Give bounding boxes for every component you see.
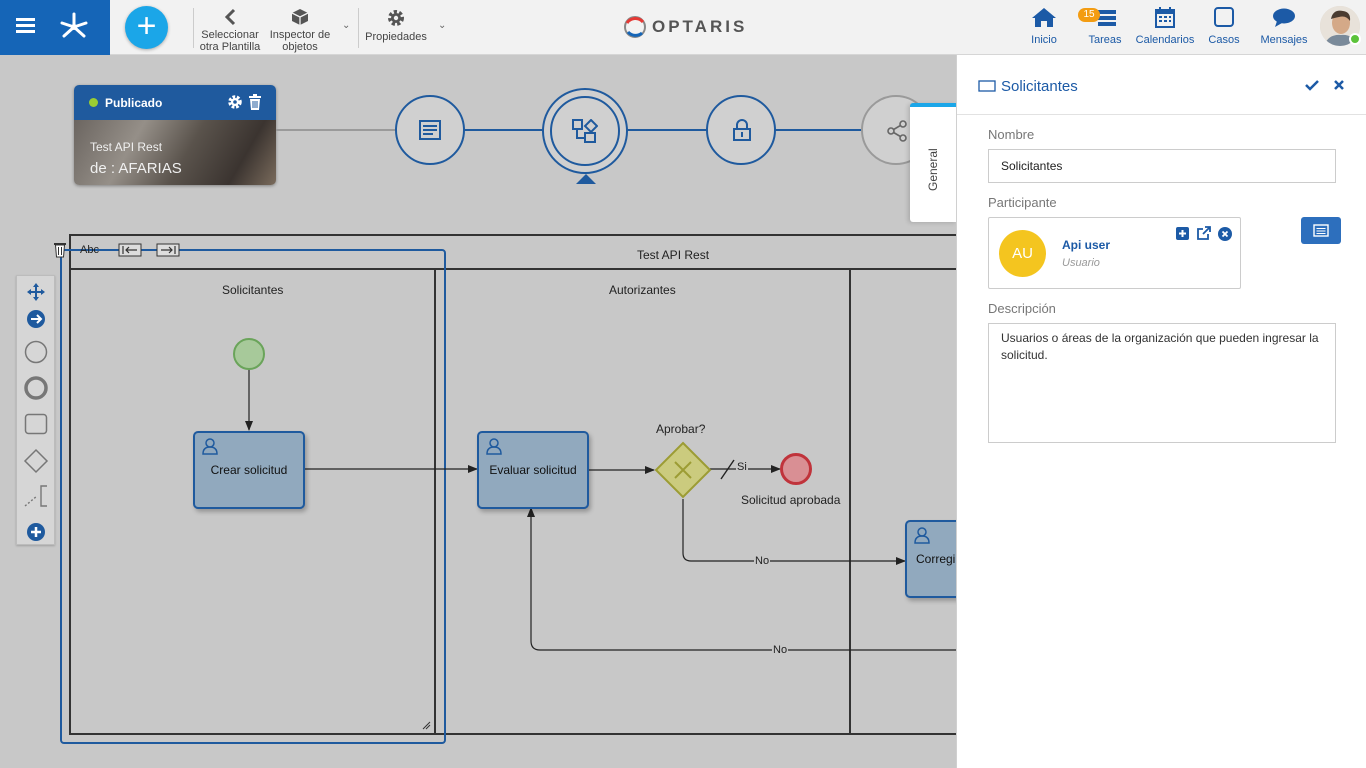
nav-messages-label: Mensajes [1260, 34, 1308, 46]
online-status-dot [1349, 33, 1361, 45]
nav-calendars[interactable]: Calendarios [1134, 6, 1196, 46]
properties-panel: Solicitantes Nombre Participante AU Api … [956, 55, 1366, 768]
nav-home[interactable]: Inicio [1026, 6, 1062, 46]
connect-arrow-icon[interactable] [26, 309, 46, 329]
participant-type: Usuario [1062, 257, 1100, 269]
name-input[interactable] [988, 149, 1336, 183]
list-icon [1313, 224, 1329, 237]
gateway-tool-icon[interactable] [23, 448, 49, 474]
home-icon [1032, 8, 1056, 27]
start-event-tool-icon[interactable] [24, 340, 48, 364]
tab-general[interactable]: General [910, 103, 957, 222]
user-task-icon [914, 527, 930, 544]
task-label: Crear solicitud [210, 463, 288, 477]
end-event[interactable] [780, 453, 812, 485]
task-label: Evaluar solicitud [489, 463, 577, 477]
calendar-icon [1155, 7, 1175, 28]
description-textarea[interactable]: Usuarios o áreas de la organización que … [988, 323, 1336, 443]
participants-list-button[interactable] [1301, 217, 1341, 244]
panel-title: Solicitantes [1001, 78, 1078, 95]
participant-avatar: AU [999, 230, 1046, 277]
nav-cases-label: Casos [1208, 34, 1240, 46]
start-event[interactable] [233, 338, 265, 370]
edge-label-no: No [772, 644, 789, 656]
tab-general-label: General [926, 148, 940, 191]
exclusive-gateway[interactable] [654, 441, 712, 499]
diagram-edges [245, 368, 956, 651]
remove-participant-icon[interactable] [1218, 227, 1232, 241]
add-more-icon[interactable] [26, 522, 46, 542]
edge-label-no: No [754, 555, 771, 567]
participant-name[interactable]: Api user [1062, 238, 1110, 252]
gateway-label: Aprobar? [656, 422, 706, 436]
add-participant-icon[interactable] [1176, 227, 1189, 240]
task-create-request[interactable]: Crear solicitud [193, 431, 305, 509]
nav-cases[interactable]: Casos [1207, 6, 1241, 46]
tools-palette [16, 275, 55, 545]
nav-messages[interactable]: Mensajes [1258, 6, 1310, 46]
nav-calendars-label: Calendarios [1135, 34, 1195, 46]
panel-header: Solicitantes [957, 55, 1366, 115]
cases-icon [1214, 7, 1234, 27]
edge-gateway-no[interactable] [682, 499, 906, 565]
task-evaluate-request[interactable]: Evaluar solicitud [477, 431, 589, 509]
participant-card: AU Api user Usuario [988, 217, 1241, 289]
close-icon[interactable] [1333, 79, 1345, 91]
task-tool-icon[interactable] [24, 413, 48, 435]
annotation-tool-icon[interactable] [23, 484, 49, 508]
check-icon[interactable] [1305, 79, 1319, 91]
name-label: Nombre [988, 127, 1035, 142]
external-link-icon[interactable] [1196, 226, 1211, 241]
lane-icon [978, 80, 996, 92]
messages-icon [1273, 8, 1295, 27]
end-event-label: Solicitud aprobada [741, 493, 841, 507]
edge-label-yes: Si [736, 461, 748, 473]
nav-home-label: Inicio [1031, 34, 1057, 46]
user-task-icon [202, 438, 218, 455]
tasks-count-badge: 15 [1078, 8, 1100, 22]
edge-correct-to-evaluate[interactable] [527, 507, 956, 651]
participant-label: Participante [988, 195, 1057, 210]
move-icon[interactable] [26, 282, 46, 302]
description-label: Descripción [988, 301, 1056, 316]
nav-tasks-label: Tareas [1088, 34, 1122, 46]
end-event-tool-icon[interactable] [24, 376, 48, 400]
user-task-icon [486, 438, 502, 455]
